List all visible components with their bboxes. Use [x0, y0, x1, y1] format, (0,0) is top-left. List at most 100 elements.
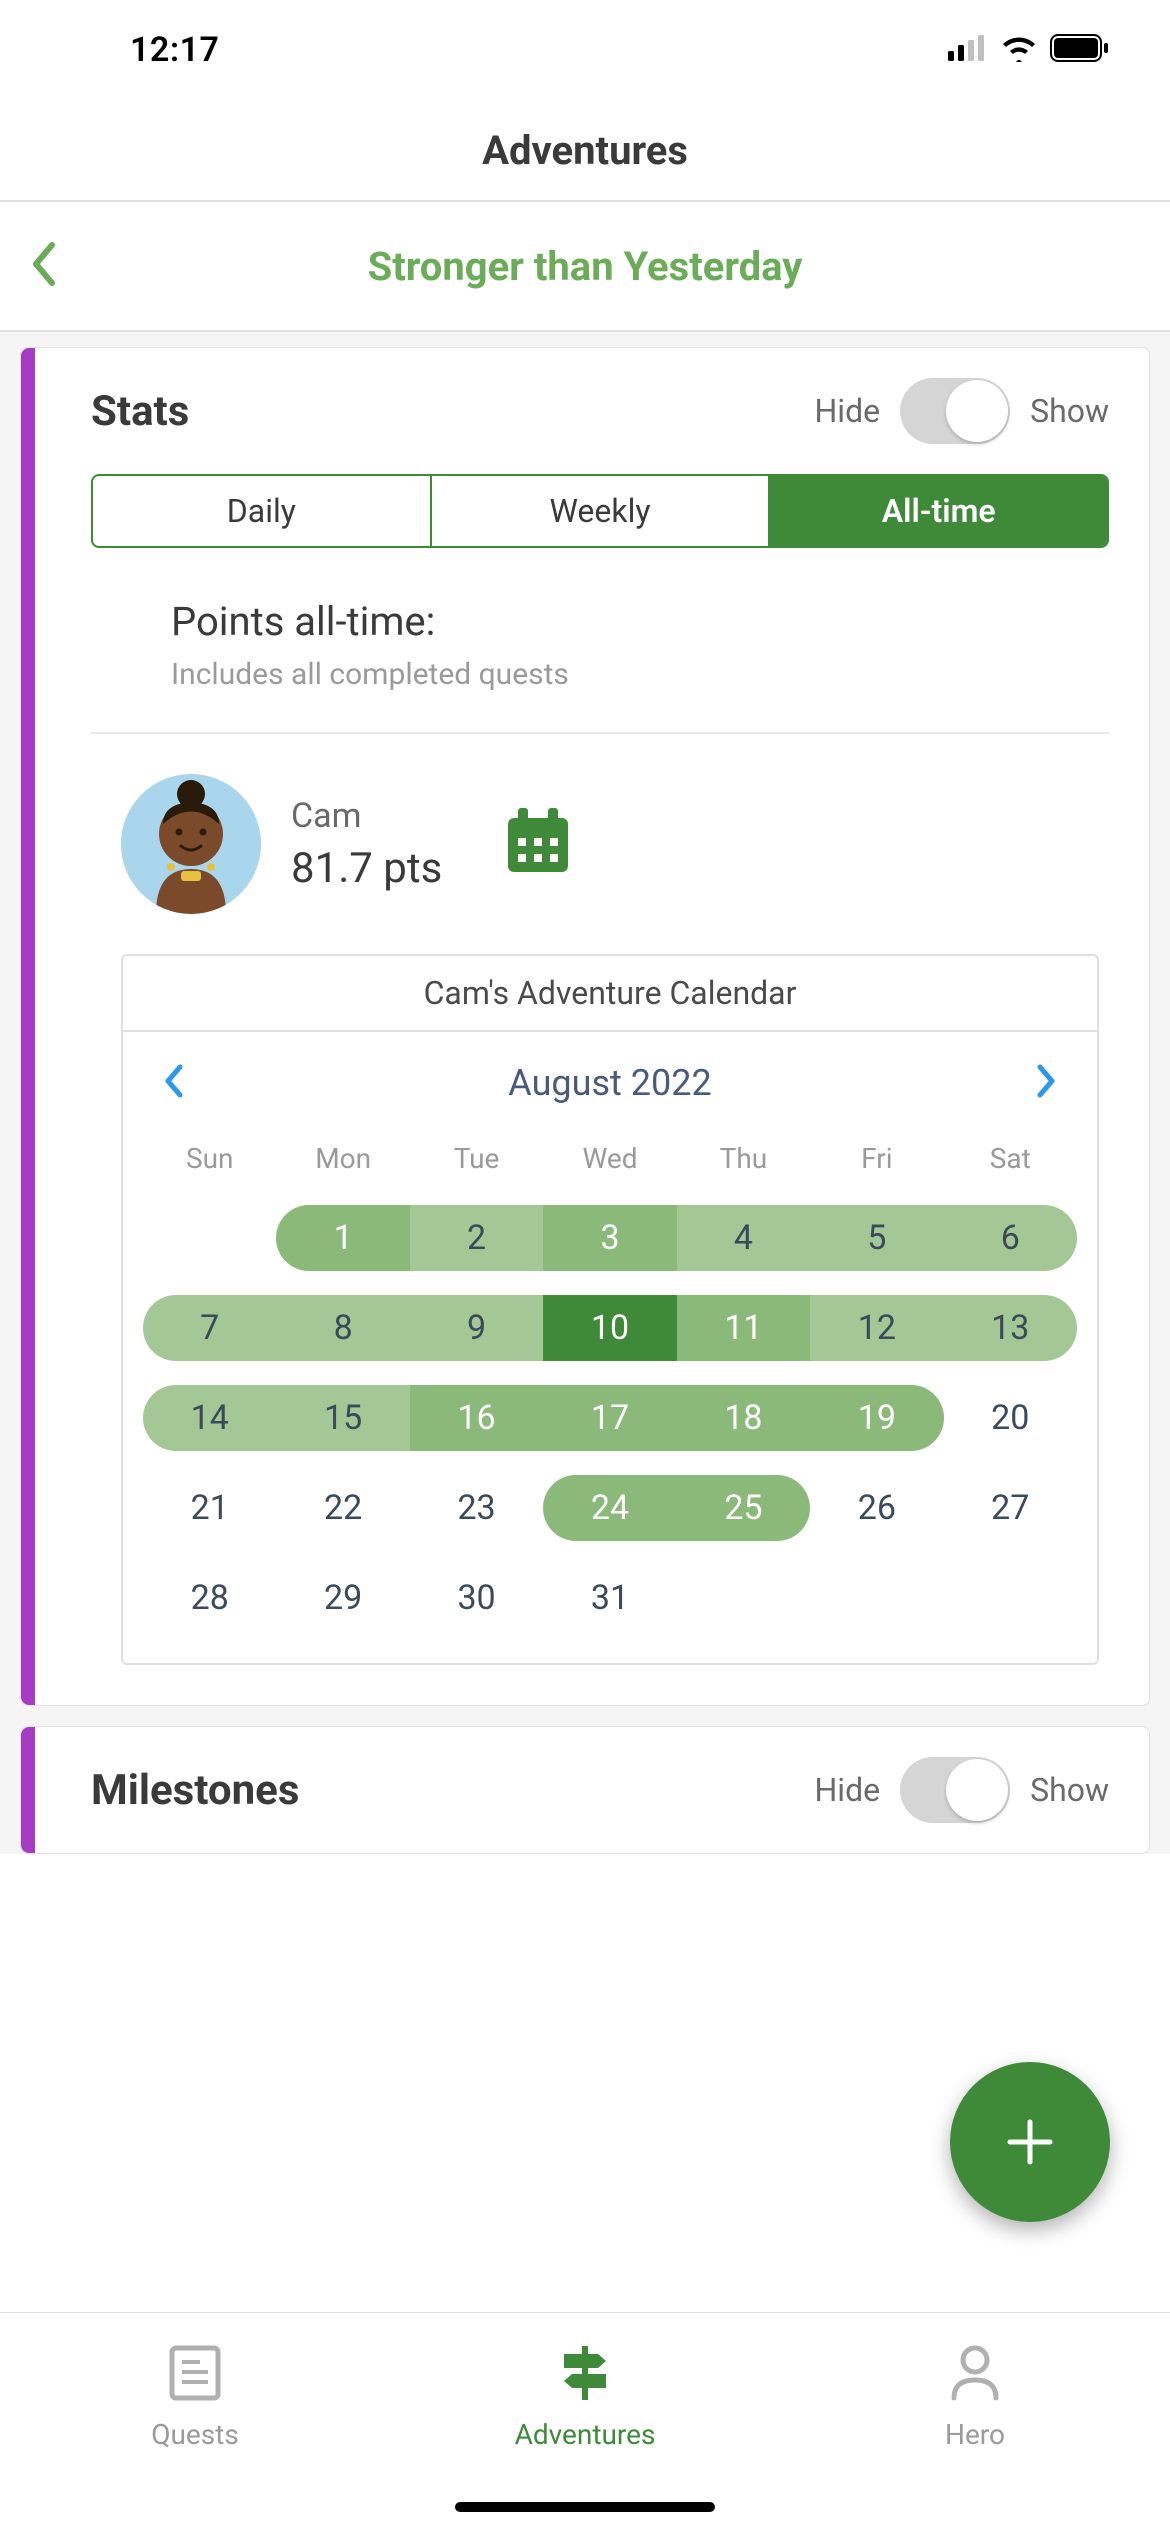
- tab-label: Adventures: [515, 2418, 656, 2451]
- calendar-day-number: 20: [991, 1398, 1029, 1438]
- avatar[interactable]: [121, 774, 261, 914]
- tab-label: Hero: [945, 2418, 1005, 2451]
- calendar-day[interactable]: 30: [410, 1553, 543, 1643]
- milestones-title: Milestones: [91, 1766, 794, 1815]
- show-label: Show: [1030, 1771, 1109, 1809]
- calendar-day[interactable]: 25: [677, 1463, 810, 1553]
- calendar-day[interactable]: 20: [944, 1373, 1077, 1463]
- calendar-day[interactable]: 23: [410, 1463, 543, 1553]
- add-button[interactable]: [950, 2062, 1110, 2222]
- calendar-day-number: 30: [457, 1578, 495, 1618]
- card-accent: [21, 1727, 35, 1853]
- calendar-day-number: 15: [324, 1398, 362, 1438]
- calendar-day-number: 4: [734, 1218, 753, 1258]
- calendar-day[interactable]: 12: [810, 1283, 943, 1373]
- hide-label: Hide: [814, 1771, 880, 1809]
- calendar-dow: Sun: [143, 1124, 276, 1193]
- calendar-day[interactable]: 5: [810, 1193, 943, 1283]
- calendar-day-number: 24: [591, 1488, 629, 1528]
- calendar-day[interactable]: 15: [276, 1373, 409, 1463]
- calendar-day[interactable]: 9: [410, 1283, 543, 1373]
- calendar-day[interactable]: 22: [276, 1463, 409, 1553]
- calendar-day-number: 26: [858, 1488, 896, 1528]
- calendar-day[interactable]: 3: [543, 1193, 676, 1283]
- stats-card: Stats Hide Show Daily Weekly All-time Po…: [20, 347, 1150, 1706]
- user-info: Cam 81.7 pts: [291, 796, 442, 893]
- stats-title: Stats: [91, 387, 794, 436]
- calendar-dow: Sat: [944, 1124, 1077, 1193]
- calendar-dow: Tue: [410, 1124, 543, 1193]
- calendar-day[interactable]: 19: [810, 1373, 943, 1463]
- stats-visibility-toggle[interactable]: [900, 378, 1010, 444]
- calendar-day: [810, 1553, 943, 1643]
- points-title: Points all-time:: [171, 598, 1109, 645]
- person-icon: [940, 2338, 1010, 2408]
- points-subtitle: Includes all completed quests: [171, 657, 1109, 692]
- calendar-day[interactable]: 14: [143, 1373, 276, 1463]
- calendar-day-number: 18: [724, 1398, 762, 1438]
- calendar-day-number: 14: [191, 1398, 229, 1438]
- calendar-day-number: 25: [724, 1488, 762, 1528]
- calendar-day-number: 3: [600, 1218, 619, 1258]
- calendar-day: [944, 1553, 1077, 1643]
- calendar-month-nav: August 2022: [123, 1032, 1097, 1124]
- calendar-day[interactable]: 31: [543, 1553, 676, 1643]
- calendar-dow: Mon: [276, 1124, 409, 1193]
- milestones-visibility-toggle[interactable]: [900, 1757, 1010, 1823]
- avatar-image: [121, 774, 261, 914]
- battery-icon: [1050, 34, 1110, 66]
- points-summary: Points all-time: Includes all completed …: [91, 598, 1109, 692]
- user-points-row: Cam 81.7 pts: [91, 774, 1109, 914]
- calendar-day[interactable]: 8: [276, 1283, 409, 1373]
- back-button[interactable]: [30, 241, 58, 291]
- calendar-day-number: 10: [591, 1308, 629, 1348]
- segment-alltime[interactable]: All-time: [770, 476, 1107, 546]
- tab-hero[interactable]: Hero: [780, 2338, 1170, 2532]
- tab-quests[interactable]: Quests: [0, 2338, 390, 2532]
- card-accent: [21, 348, 35, 1705]
- milestones-card: Milestones Hide Show: [20, 1726, 1150, 1854]
- calendar-day[interactable]: 17: [543, 1373, 676, 1463]
- calendar-day[interactable]: 13: [944, 1283, 1077, 1373]
- calendar-day[interactable]: 2: [410, 1193, 543, 1283]
- calendar-day[interactable]: 1: [276, 1193, 409, 1283]
- content-area: Stats Hide Show Daily Weekly All-time Po…: [0, 332, 1170, 1854]
- calendar-day[interactable]: 26: [810, 1463, 943, 1553]
- calendar-day-number: 23: [457, 1488, 495, 1528]
- calendar-day[interactable]: 6: [944, 1193, 1077, 1283]
- calendar-day-number: 12: [858, 1308, 896, 1348]
- calendar-day-number: 22: [324, 1488, 362, 1528]
- calendar-day-number: 7: [200, 1308, 219, 1348]
- prev-month-button[interactable]: [163, 1063, 185, 1103]
- segment-daily[interactable]: Daily: [93, 476, 432, 546]
- newspaper-icon: [160, 2338, 230, 2408]
- calendar-day-number: 28: [191, 1578, 229, 1618]
- adventure-calendar: Cam's Adventure Calendar August 2022 Sun…: [121, 954, 1099, 1665]
- calendar-day[interactable]: 18: [677, 1373, 810, 1463]
- calendar-day[interactable]: 24: [543, 1463, 676, 1553]
- calendar-day[interactable]: 11: [677, 1283, 810, 1373]
- calendar-day[interactable]: 4: [677, 1193, 810, 1283]
- calendar-day-number: 27: [991, 1488, 1029, 1528]
- calendar-dow: Thu: [677, 1124, 810, 1193]
- calendar-day-number: 29: [324, 1578, 362, 1618]
- milestones-header: Milestones Hide Show: [91, 1757, 1109, 1823]
- chevron-right-icon: [1035, 1063, 1057, 1099]
- calendar-day[interactable]: 7: [143, 1283, 276, 1373]
- tab-label: Quests: [151, 2418, 239, 2451]
- calendar-day: [677, 1553, 810, 1643]
- tab-bar: Quests Adventures Hero: [0, 2312, 1170, 2532]
- calendar-day[interactable]: 27: [944, 1463, 1077, 1553]
- calendar-title: Cam's Adventure Calendar: [123, 956, 1097, 1032]
- calendar-toggle-button[interactable]: [502, 806, 574, 882]
- next-month-button[interactable]: [1035, 1063, 1057, 1103]
- calendar-day-number: 19: [858, 1398, 896, 1438]
- calendar-day[interactable]: 21: [143, 1463, 276, 1553]
- stats-header: Stats Hide Show: [91, 378, 1109, 444]
- calendar-day[interactable]: 10: [543, 1283, 676, 1373]
- calendar-day[interactable]: 16: [410, 1373, 543, 1463]
- calendar-day[interactable]: 29: [276, 1553, 409, 1643]
- segment-weekly[interactable]: Weekly: [432, 476, 771, 546]
- hide-label: Hide: [814, 392, 880, 430]
- calendar-day[interactable]: 28: [143, 1553, 276, 1643]
